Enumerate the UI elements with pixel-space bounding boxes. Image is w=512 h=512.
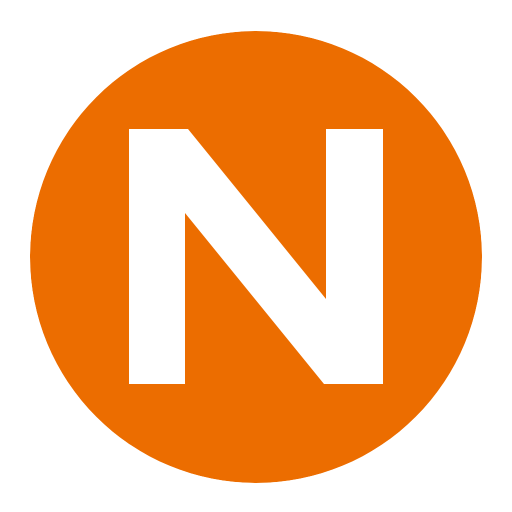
app-icon-canvas [0, 0, 512, 512]
letter-n-logo-icon [30, 31, 482, 483]
